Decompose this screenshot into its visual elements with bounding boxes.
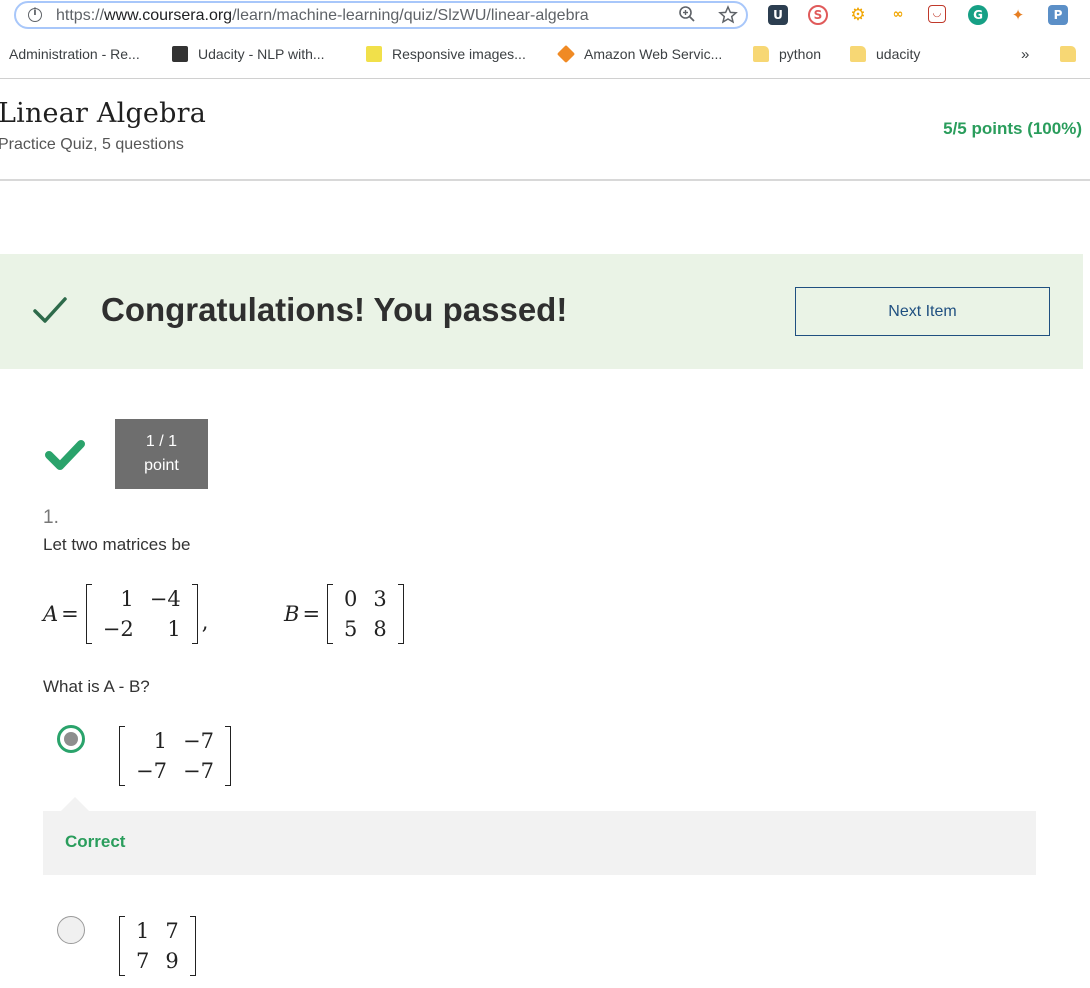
matrix-a-label: A — [43, 602, 59, 626]
bookmark-label: Administration - Re... — [9, 46, 140, 62]
page-title: Linear Algebra — [0, 98, 207, 129]
extension-u-icon[interactable]: U — [768, 5, 788, 25]
matrix-a-equation: A = 1 −4 −2 1 , — [43, 584, 208, 644]
question-prompt: Let two matrices be — [43, 535, 191, 554]
bookmark-label: Responsive images... — [392, 46, 526, 62]
matrix-cell: 1 — [120, 587, 134, 611]
bookmark-item[interactable]: Administration - Re... — [9, 46, 140, 62]
matrix-a: 1 −4 −2 1 — [85, 584, 198, 644]
bookmark-item[interactable]: Responsive images... — [366, 46, 526, 62]
site-info-icon[interactable] — [28, 7, 42, 22]
url-path: /learn/machine-learning/quiz/SlzWU/linea… — [232, 7, 589, 24]
bookmark-label: udacity — [876, 46, 921, 62]
feedback-box — [43, 811, 1036, 875]
matrix-cell: 7 — [136, 949, 150, 973]
points-value: 1 / 1 — [145, 433, 178, 450]
pass-message: Congratulations! You passed! — [101, 291, 568, 328]
bookmark-label: Udacity - NLP with... — [198, 46, 325, 62]
butterfly-icon — [366, 46, 382, 62]
matrix-cell: 1 — [136, 919, 150, 943]
matrix-b-label: B — [284, 602, 300, 626]
question-number: 1. — [43, 507, 59, 528]
next-item-button[interactable]: Next Item — [795, 287, 1050, 336]
extension-infinity-icon[interactable]: ∞ — [888, 5, 908, 25]
folder-icon — [753, 46, 769, 62]
matrix-b-equation: B = 03 58 — [284, 584, 408, 644]
extension-p-icon[interactable]: P — [1048, 5, 1068, 25]
zoom-icon[interactable] — [678, 5, 696, 28]
folder-icon — [850, 46, 866, 62]
bookmark-item[interactable]: Amazon Web Servic... — [556, 44, 723, 64]
folder-icon — [1060, 46, 1076, 62]
bookmark-item[interactable]: udacity — [850, 46, 920, 62]
aws-cube-icon — [556, 44, 576, 64]
matrix-cell: −7 — [136, 759, 167, 783]
extension-s-icon[interactable]: S — [808, 5, 828, 25]
points-unit: point — [144, 457, 179, 474]
quiz-subtitle: Practice Quiz, 5 questions — [0, 136, 184, 153]
matrix-cell: 7 — [165, 919, 179, 943]
url-text[interactable]: https://www.coursera.org/learn/machine-l… — [56, 7, 589, 25]
address-bar[interactable]: https://www.coursera.org/learn/machine-l… — [14, 1, 748, 29]
points-badge: 1 / 1 point — [115, 419, 208, 489]
matrix-cell: −4 — [149, 587, 181, 611]
option-2-matrix[interactable]: 17 79 — [115, 916, 200, 981]
feedback-pointer — [61, 797, 89, 811]
bookmark-item[interactable]: Udacity - NLP with... — [172, 46, 325, 62]
option-radio-selected[interactable] — [57, 725, 85, 753]
matrix-cell: −7 — [182, 729, 214, 753]
option-radio[interactable] — [57, 916, 85, 944]
bookmarks-bar: Administration - Re... Udacity - NLP wit… — [0, 42, 1090, 68]
bookmark-item[interactable] — [1060, 46, 1086, 62]
question-ask: What is A - B? — [43, 677, 150, 696]
checkmark-icon — [32, 295, 68, 332]
option-1-matrix[interactable]: 1 −7 −7 −7 — [115, 726, 235, 791]
score-summary: 5/5 points (100%) — [943, 119, 1082, 138]
matrix-cell: 1 — [167, 617, 181, 641]
bookmark-star-icon[interactable] — [718, 5, 738, 30]
extension-fox-icon[interactable]: ✦ — [1008, 5, 1028, 25]
matrix-cell: 0 — [344, 587, 358, 611]
matrix-cell: 9 — [165, 949, 179, 973]
answer-matrix: 17 79 — [119, 916, 196, 976]
browser-chrome: https://www.coursera.org/learn/machine-l… — [0, 0, 1090, 79]
answer-matrix: 1 −7 −7 −7 — [119, 726, 231, 786]
extension-pocket-icon[interactable]: ◡ — [928, 5, 946, 23]
header-divider — [0, 179, 1090, 181]
url-domain: www.coursera.org — [104, 7, 233, 24]
correct-check-icon — [44, 438, 86, 477]
bookmarks-overflow-button[interactable]: » — [1021, 46, 1029, 63]
matrix-cell: 1 — [153, 729, 167, 753]
bookmark-label: python — [779, 46, 822, 62]
udacity-icon — [172, 46, 188, 62]
matrix-cell: 3 — [373, 587, 387, 611]
url-prefix: https:// — [56, 7, 105, 24]
extension-gear-icon[interactable]: ⚙ — [848, 5, 868, 25]
feedback-correct-label: Correct — [65, 832, 126, 851]
bookmark-item[interactable]: python — [753, 46, 821, 62]
matrix-cell: 5 — [344, 617, 358, 641]
matrix-cell: −7 — [182, 759, 214, 783]
matrix-b: 03 58 — [327, 584, 404, 644]
extension-grammarly-icon[interactable]: G — [968, 5, 988, 25]
matrix-cell: −2 — [102, 617, 134, 641]
matrix-cell: 8 — [373, 617, 387, 641]
bookmark-label: Amazon Web Servic... — [584, 46, 723, 62]
